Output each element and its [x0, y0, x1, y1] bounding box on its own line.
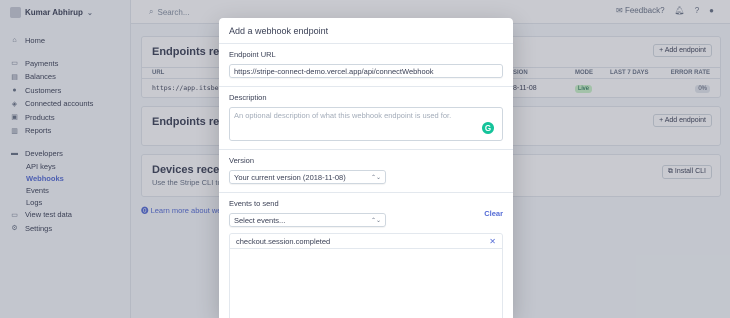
- description-label: Description: [229, 93, 267, 102]
- event-name: checkout.session.completed: [236, 236, 331, 246]
- list-item: checkout.session.completed ✕: [230, 234, 502, 249]
- add-webhook-modal: Add a webhook endpoint Endpoint URL http…: [219, 18, 513, 318]
- remove-event-icon[interactable]: ✕: [489, 237, 496, 246]
- clear-events-button[interactable]: Clear: [484, 209, 503, 218]
- events-section: Events to send Clear Select events... ⌃⌄…: [219, 193, 513, 318]
- description-textarea[interactable]: An optional description of what this web…: [229, 107, 503, 141]
- modal-title: Add a webhook endpoint: [219, 18, 513, 44]
- version-section: Version Your current version (2018-11-08…: [219, 150, 513, 193]
- events-select-value: Select events...: [234, 215, 286, 225]
- events-select[interactable]: Select events... ⌃⌄: [229, 213, 386, 227]
- endpoint-url-section: Endpoint URL https://stripe-connect-demo…: [219, 44, 513, 87]
- endpoint-url-input[interactable]: https://stripe-connect-demo.vercel.app/a…: [229, 64, 503, 78]
- events-label: Events to send: [229, 199, 279, 208]
- description-placeholder: An optional description of what this web…: [234, 111, 452, 120]
- description-section: Description An optional description of w…: [219, 87, 513, 150]
- select-chevron-icon: ⌃⌄: [370, 217, 381, 224]
- selected-events-list: checkout.session.completed ✕: [229, 233, 503, 318]
- grammarly-icon[interactable]: G: [482, 122, 494, 134]
- version-label: Version: [229, 156, 255, 165]
- version-select[interactable]: Your current version (2018-11-08) ⌃⌄: [229, 170, 386, 184]
- select-chevron-icon: ⌃⌄: [370, 174, 381, 181]
- version-value: Your current version (2018-11-08): [234, 172, 346, 182]
- endpoint-url-label: Endpoint URL: [229, 50, 276, 59]
